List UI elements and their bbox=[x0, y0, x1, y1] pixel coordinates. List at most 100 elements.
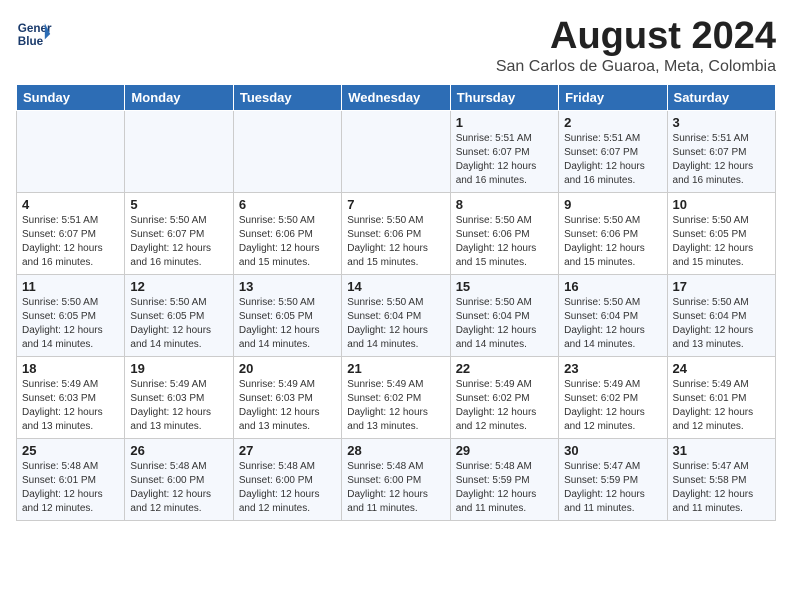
calendar-cell: 31Sunrise: 5:47 AMSunset: 5:58 PMDayligh… bbox=[667, 438, 775, 520]
day-info: Sunrise: 5:48 AMSunset: 6:01 PMDaylight:… bbox=[22, 460, 119, 516]
day-info: Sunrise: 5:51 AMSunset: 6:07 PMDaylight:… bbox=[22, 214, 119, 270]
calendar-cell: 9 Sunrise: 5:50 AMSunset: 6:06 PMDaylight… bbox=[559, 192, 667, 274]
svg-text:Blue: Blue bbox=[18, 35, 44, 48]
calendar-cell: 4 Sunrise: 5:51 AMSunset: 6:07 PMDaylight… bbox=[17, 192, 125, 274]
calendar-cell: 5 Sunrise: 5:50 AMSunset: 6:07 PMDaylight… bbox=[125, 192, 233, 274]
day-info: Sunrise: 5:49 AMSunset: 6:02 PMDaylight:… bbox=[456, 378, 553, 434]
day-number: 17 bbox=[673, 279, 770, 294]
day-number: 4 bbox=[22, 197, 119, 212]
day-number: 20 bbox=[239, 361, 336, 376]
day-number: 7 bbox=[347, 197, 444, 212]
calendar-cell: 24 Sunrise: 5:49 AMSunset: 6:01 PMDayligh… bbox=[667, 356, 775, 438]
calendar-cell: 14 Sunrise: 5:50 AMSunset: 6:04 PMDayligh… bbox=[342, 274, 450, 356]
day-number: 23 bbox=[564, 361, 661, 376]
day-number: 19 bbox=[130, 361, 227, 376]
day-number: 24 bbox=[673, 361, 770, 376]
day-number: 21 bbox=[347, 361, 444, 376]
day-number: 9 bbox=[564, 197, 661, 212]
calendar-cell: 19 Sunrise: 5:49 AMSunset: 6:03 PMDayligh… bbox=[125, 356, 233, 438]
day-info: Sunrise: 5:51 AMSunset: 6:07 PMDaylight:… bbox=[456, 132, 553, 188]
day-number: 8 bbox=[456, 197, 553, 212]
day-number: 6 bbox=[239, 197, 336, 212]
calendar-cell: 18Sunrise: 5:49 AMSunset: 6:03 PMDayligh… bbox=[17, 356, 125, 438]
calendar-cell: 16Sunrise: 5:50 AMSunset: 6:04 PMDayligh… bbox=[559, 274, 667, 356]
calendar-week-row: 25 Sunrise: 5:48 AMSunset: 6:01 PMDayligh… bbox=[17, 438, 776, 520]
logo-icon: General Blue bbox=[16, 16, 52, 52]
day-number: 18 bbox=[22, 361, 119, 376]
calendar-cell: 21 Sunrise: 5:49 AMSunset: 6:02 PMDayligh… bbox=[342, 356, 450, 438]
calendar-cell: 17 Sunrise: 5:50 AMSunset: 6:04 PMDayligh… bbox=[667, 274, 775, 356]
calendar-title: August 2024 bbox=[496, 16, 776, 58]
day-info: Sunrise: 5:48 AMSunset: 6:00 PMDaylight:… bbox=[239, 460, 336, 516]
day-number: 27 bbox=[239, 443, 336, 458]
day-info: Sunrise: 5:50 AMSunset: 6:07 PMDaylight:… bbox=[130, 214, 227, 270]
weekday-header-monday: Monday bbox=[125, 84, 233, 110]
calendar-cell: 20 Sunrise: 5:49 AMSunset: 6:03 PMDayligh… bbox=[233, 356, 341, 438]
calendar-cell: 2 Sunrise: 5:51 AMSunset: 6:07 PMDaylight… bbox=[559, 110, 667, 192]
day-info: Sunrise: 5:49 AMSunset: 6:03 PMDaylight:… bbox=[239, 378, 336, 434]
calendar-cell: 13Sunrise: 5:50 AMSunset: 6:05 PMDayligh… bbox=[233, 274, 341, 356]
day-info: Sunrise: 5:50 AMSunset: 6:04 PMDaylight:… bbox=[673, 296, 770, 352]
day-info: Sunrise: 5:50 AMSunset: 6:05 PMDaylight:… bbox=[130, 296, 227, 352]
calendar-week-row: 11 Sunrise: 5:50 AMSunset: 6:05 PMDayligh… bbox=[17, 274, 776, 356]
day-number: 25 bbox=[22, 443, 119, 458]
calendar-cell: 15 Sunrise: 5:50 AMSunset: 6:04 PMDayligh… bbox=[450, 274, 558, 356]
calendar-cell: 7 Sunrise: 5:50 AMSunset: 6:06 PMDaylight… bbox=[342, 192, 450, 274]
day-number: 1 bbox=[456, 115, 553, 130]
weekday-header-wednesday: Wednesday bbox=[342, 84, 450, 110]
calendar-week-row: 18 Sunrise: 5:49 AMSunset: 6:03 PMDayligh… bbox=[17, 356, 776, 438]
calendar-subtitle: San Carlos de Guaroa, Meta, Colombia bbox=[496, 58, 776, 76]
logo: General Blue bbox=[16, 16, 52, 52]
weekday-header-row: SundayMondayTuesdayWednesdayThursdayFrid… bbox=[17, 84, 776, 110]
day-info: Sunrise: 5:50 AMSunset: 6:06 PMDaylight:… bbox=[456, 214, 553, 270]
calendar-week-row: 4 Sunrise: 5:51 AMSunset: 6:07 PMDaylight… bbox=[17, 192, 776, 274]
day-info: Sunrise: 5:50 AMSunset: 6:04 PMDaylight:… bbox=[347, 296, 444, 352]
day-number: 13 bbox=[239, 279, 336, 294]
calendar-cell: 1 Sunrise: 5:51 AMSunset: 6:07 PMDaylight… bbox=[450, 110, 558, 192]
day-number: 2 bbox=[564, 115, 661, 130]
page-header: General Blue August 2024 San Carlos de G… bbox=[16, 16, 776, 76]
day-info: Sunrise: 5:50 AMSunset: 6:04 PMDaylight:… bbox=[456, 296, 553, 352]
day-info: Sunrise: 5:48 AMSunset: 6:00 PMDaylight:… bbox=[130, 460, 227, 516]
calendar-table: SundayMondayTuesdayWednesdayThursdayFrid… bbox=[16, 84, 776, 521]
calendar-cell: 27 Sunrise: 5:48 AMSunset: 6:00 PMDayligh… bbox=[233, 438, 341, 520]
day-number: 22 bbox=[456, 361, 553, 376]
day-info: Sunrise: 5:49 AMSunset: 6:03 PMDaylight:… bbox=[130, 378, 227, 434]
calendar-cell: 3 Sunrise: 5:51 AMSunset: 6:07 PMDaylight… bbox=[667, 110, 775, 192]
day-info: Sunrise: 5:49 AMSunset: 6:02 PMDaylight:… bbox=[347, 378, 444, 434]
day-info: Sunrise: 5:49 AMSunset: 6:01 PMDaylight:… bbox=[673, 378, 770, 434]
day-info: Sunrise: 5:51 AMSunset: 6:07 PMDaylight:… bbox=[673, 132, 770, 188]
day-number: 28 bbox=[347, 443, 444, 458]
calendar-cell: 30 Sunrise: 5:47 AMSunset: 5:59 PMDayligh… bbox=[559, 438, 667, 520]
day-number: 10 bbox=[673, 197, 770, 212]
calendar-cell: 23 Sunrise: 5:49 AMSunset: 6:02 PMDayligh… bbox=[559, 356, 667, 438]
calendar-cell: 22 Sunrise: 5:49 AMSunset: 6:02 PMDayligh… bbox=[450, 356, 558, 438]
calendar-cell: 26 Sunrise: 5:48 AMSunset: 6:00 PMDayligh… bbox=[125, 438, 233, 520]
weekday-header-tuesday: Tuesday bbox=[233, 84, 341, 110]
calendar-cell: 28Sunrise: 5:48 AMSunset: 6:00 PMDayligh… bbox=[342, 438, 450, 520]
calendar-cell: 10Sunrise: 5:50 AMSunset: 6:05 PMDayligh… bbox=[667, 192, 775, 274]
weekday-header-friday: Friday bbox=[559, 84, 667, 110]
day-number: 5 bbox=[130, 197, 227, 212]
day-info: Sunrise: 5:47 AMSunset: 5:58 PMDaylight:… bbox=[673, 460, 770, 516]
day-number: 15 bbox=[456, 279, 553, 294]
day-info: Sunrise: 5:50 AMSunset: 6:06 PMDaylight:… bbox=[347, 214, 444, 270]
day-number: 14 bbox=[347, 279, 444, 294]
weekday-header-thursday: Thursday bbox=[450, 84, 558, 110]
day-number: 3 bbox=[673, 115, 770, 130]
weekday-header-sunday: Sunday bbox=[17, 84, 125, 110]
day-info: Sunrise: 5:47 AMSunset: 5:59 PMDaylight:… bbox=[564, 460, 661, 516]
day-info: Sunrise: 5:50 AMSunset: 6:04 PMDaylight:… bbox=[564, 296, 661, 352]
day-number: 26 bbox=[130, 443, 227, 458]
day-info: Sunrise: 5:50 AMSunset: 6:05 PMDaylight:… bbox=[22, 296, 119, 352]
calendar-week-row: 1 Sunrise: 5:51 AMSunset: 6:07 PMDaylight… bbox=[17, 110, 776, 192]
calendar-cell: 12Sunrise: 5:50 AMSunset: 6:05 PMDayligh… bbox=[125, 274, 233, 356]
day-number: 11 bbox=[22, 279, 119, 294]
calendar-cell: 29Sunrise: 5:48 AMSunset: 5:59 PMDayligh… bbox=[450, 438, 558, 520]
day-info: Sunrise: 5:50 AMSunset: 6:06 PMDaylight:… bbox=[564, 214, 661, 270]
calendar-cell: 11 Sunrise: 5:50 AMSunset: 6:05 PMDayligh… bbox=[17, 274, 125, 356]
day-number: 30 bbox=[564, 443, 661, 458]
calendar-cell bbox=[17, 110, 125, 192]
day-info: Sunrise: 5:49 AMSunset: 6:02 PMDaylight:… bbox=[564, 378, 661, 434]
day-info: Sunrise: 5:51 AMSunset: 6:07 PMDaylight:… bbox=[564, 132, 661, 188]
